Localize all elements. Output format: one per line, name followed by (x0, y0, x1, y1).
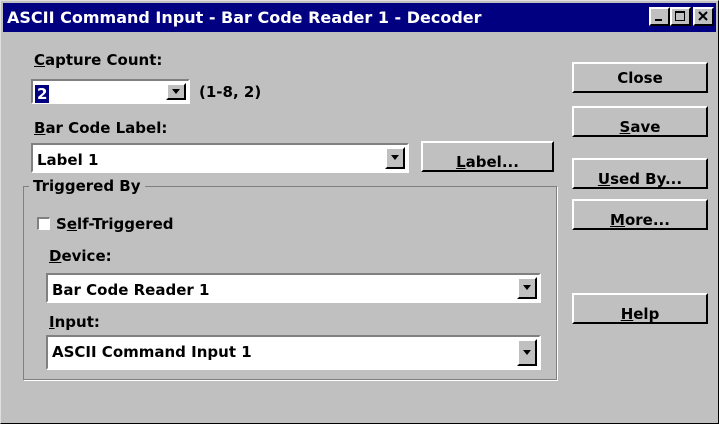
device-value: Bar Code Reader 1 (52, 281, 210, 299)
title-bar[interactable]: ASCII Command Input - Bar Code Reader 1 … (3, 3, 716, 32)
bar-code-label-dropdown-button[interactable] (385, 147, 405, 169)
close-window-button[interactable] (693, 7, 714, 26)
more-button[interactable]: More... (572, 199, 708, 230)
self-triggered-label[interactable]: Self-Triggered (56, 215, 174, 233)
input-label: Input: (49, 313, 100, 331)
device-dropdown-button[interactable] (517, 277, 537, 299)
maximize-icon (675, 11, 685, 21)
used-by-button[interactable]: Used By... (572, 158, 708, 189)
input-dropdown-button[interactable] (517, 339, 537, 366)
device-label: Device: (49, 247, 112, 265)
input-select[interactable]: ASCII Command Input 1 (46, 335, 541, 370)
input-value: ASCII Command Input 1 (52, 343, 252, 361)
minimize-button[interactable] (649, 7, 670, 26)
device-select[interactable]: Bar Code Reader 1 (46, 273, 541, 303)
capture-count-label: Capture Count: (34, 51, 163, 69)
label-button[interactable]: Label... (421, 141, 554, 172)
minimize-icon (655, 19, 662, 21)
self-triggered-checkbox[interactable] (37, 217, 50, 230)
bar-code-label-value: Label 1 (37, 151, 99, 169)
chevron-down-icon (172, 88, 180, 94)
triggered-by-legend: Triggered By (29, 177, 145, 195)
save-button[interactable]: Save (572, 106, 708, 137)
chevron-down-icon (523, 285, 531, 290)
chevron-down-icon (523, 349, 531, 355)
window-title: ASCII Command Input - Bar Code Reader 1 … (7, 8, 482, 27)
capture-count-value: 2 (35, 85, 50, 103)
maximize-button[interactable] (670, 7, 691, 26)
bar-code-label-select[interactable]: Label 1 (31, 143, 409, 173)
capture-count-select[interactable]: 2 (31, 79, 190, 104)
dialog-window: ASCII Command Input - Bar Code Reader 1 … (0, 0, 719, 424)
help-button[interactable]: Help (572, 293, 708, 324)
close-icon (698, 11, 708, 21)
capture-count-dropdown-button[interactable] (166, 83, 186, 100)
close-button[interactable]: Close (572, 62, 708, 93)
bar-code-label-label: Bar Code Label: (34, 119, 168, 137)
capture-count-range: (1-8, 2) (199, 83, 262, 101)
chevron-down-icon (391, 155, 399, 160)
